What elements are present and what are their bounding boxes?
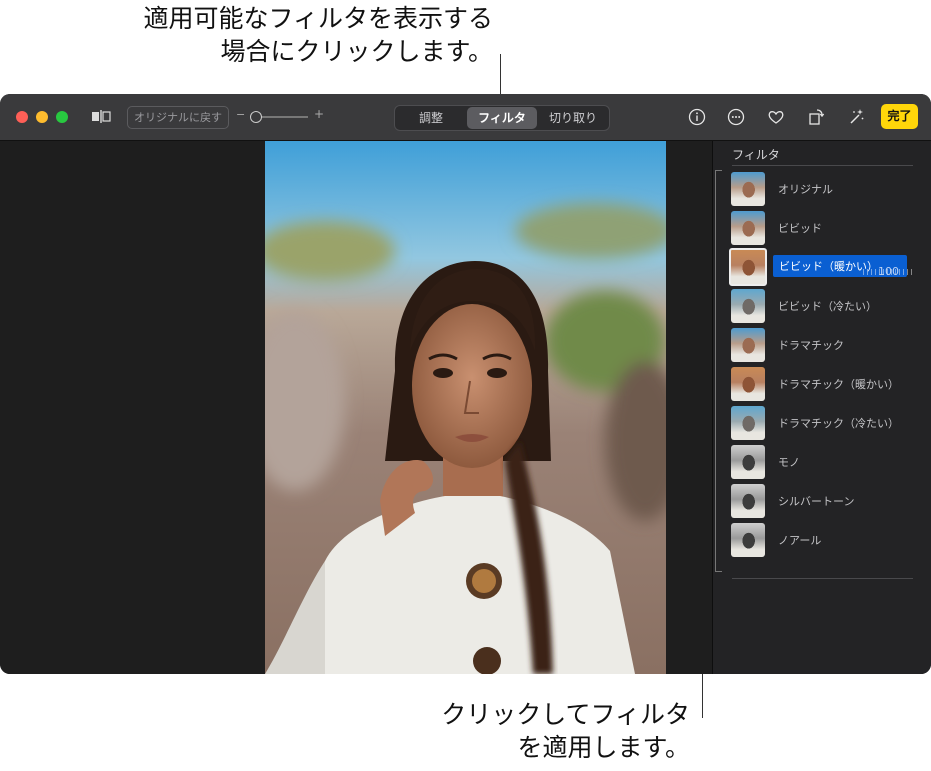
callout-bottom-line2: を適用します。 (517, 733, 690, 762)
edited-photo (265, 141, 666, 674)
filters-sidebar: フィルタ オリジナルビビッド 100 ビビッド（暖かい） ビビッド（冷たい） ドラマチッ… (712, 141, 931, 674)
close-window-button[interactable] (16, 111, 28, 123)
zoom-in-label: + (314, 107, 325, 121)
edit-mode-tabs: 調整 フィルタ 切り取り (394, 105, 610, 131)
filter-thumbnail (731, 367, 765, 401)
filter-item[interactable]: オリジナル (731, 171, 911, 207)
callout-bottom-line1: クリックしてフィルタ (441, 700, 690, 729)
favorite-heart-icon[interactable] (766, 107, 786, 127)
zoom-window-button[interactable] (56, 111, 68, 123)
filter-thumbnail (731, 211, 765, 245)
sidebar-divider-bottom (732, 578, 913, 579)
filter-label: ビビッド（冷たい） (778, 300, 877, 313)
filter-label: ビビッド（暖かい） (779, 260, 878, 273)
done-button[interactable]: 完了 (881, 104, 918, 129)
filter-item[interactable]: シルバートーン (731, 483, 911, 519)
zoom-slider-knob[interactable] (250, 111, 262, 123)
info-icon[interactable] (687, 107, 707, 127)
filter-item[interactable]: ドラマチック (731, 327, 911, 363)
callout-show-filters: 適用可能なフィルタを表示する 場合にクリックします。 (143, 2, 493, 68)
tab-adjust[interactable]: 調整 (397, 107, 465, 129)
filter-thumbnail (731, 289, 765, 323)
photo-canvas (0, 141, 712, 674)
edit-toolbar: オリジナルに戻す − + 調整 フィルタ 切り取り 完了 (0, 94, 931, 141)
more-options-icon[interactable] (726, 107, 746, 127)
filter-label: モノ (778, 456, 800, 469)
tab-crop[interactable]: 切り取り (539, 107, 607, 129)
callout-apply-filter: クリックしてフィルタ を適用します。 (441, 698, 690, 764)
filter-thumbnail (731, 445, 765, 479)
filter-label: ドラマチック（冷たい） (778, 417, 899, 430)
compare-icon[interactable] (90, 108, 112, 126)
revert-to-original-button[interactable]: オリジナルに戻す (127, 106, 229, 129)
filter-thumbnail (731, 172, 765, 206)
callout-top-line2: 場合にクリックします。 (220, 37, 493, 66)
rotate-icon[interactable] (806, 107, 826, 127)
tab-filters[interactable]: フィルタ (467, 107, 537, 129)
filter-intensity-value: 100 (878, 265, 899, 278)
filter-thumbnail (731, 523, 765, 557)
minimize-window-button[interactable] (36, 111, 48, 123)
filter-item[interactable]: ドラマチック（冷たい） (731, 405, 911, 441)
photos-edit-window: オリジナルに戻す − + 調整 フィルタ 切り取り 完了 フィルタ オリジナル … (0, 94, 931, 674)
filter-label: ビビッド (778, 222, 822, 235)
filter-label: ノアール (778, 534, 822, 547)
filter-item[interactable]: ノアール (731, 522, 911, 558)
sidebar-title: フィルタ (732, 148, 780, 162)
filter-thumbnail (731, 328, 765, 362)
filters-bracket (715, 170, 722, 572)
filter-label: ドラマチック (778, 339, 844, 352)
filter-item[interactable]: モノ (731, 444, 911, 480)
filter-thumbnail (731, 484, 765, 518)
sidebar-divider-top (732, 165, 913, 166)
auto-enhance-wand-icon[interactable] (846, 107, 866, 127)
callout-top-line1: 適用可能なフィルタを表示する (143, 4, 493, 33)
filter-thumbnail (731, 406, 765, 440)
filter-thumbnail (729, 248, 767, 286)
filter-label: オリジナル (778, 183, 833, 196)
filter-label: ドラマチック（暖かい） (778, 378, 899, 391)
filter-item[interactable]: 100 ビビッド（暖かい） (729, 248, 913, 286)
zoom-out-label: − (236, 108, 246, 121)
filter-item[interactable]: ドラマチック（暖かい） (731, 366, 911, 402)
filter-item[interactable]: ビビッド (731, 210, 911, 246)
filter-label: シルバートーン (778, 495, 855, 508)
filter-item[interactable]: ビビッド（冷たい） (731, 288, 911, 324)
